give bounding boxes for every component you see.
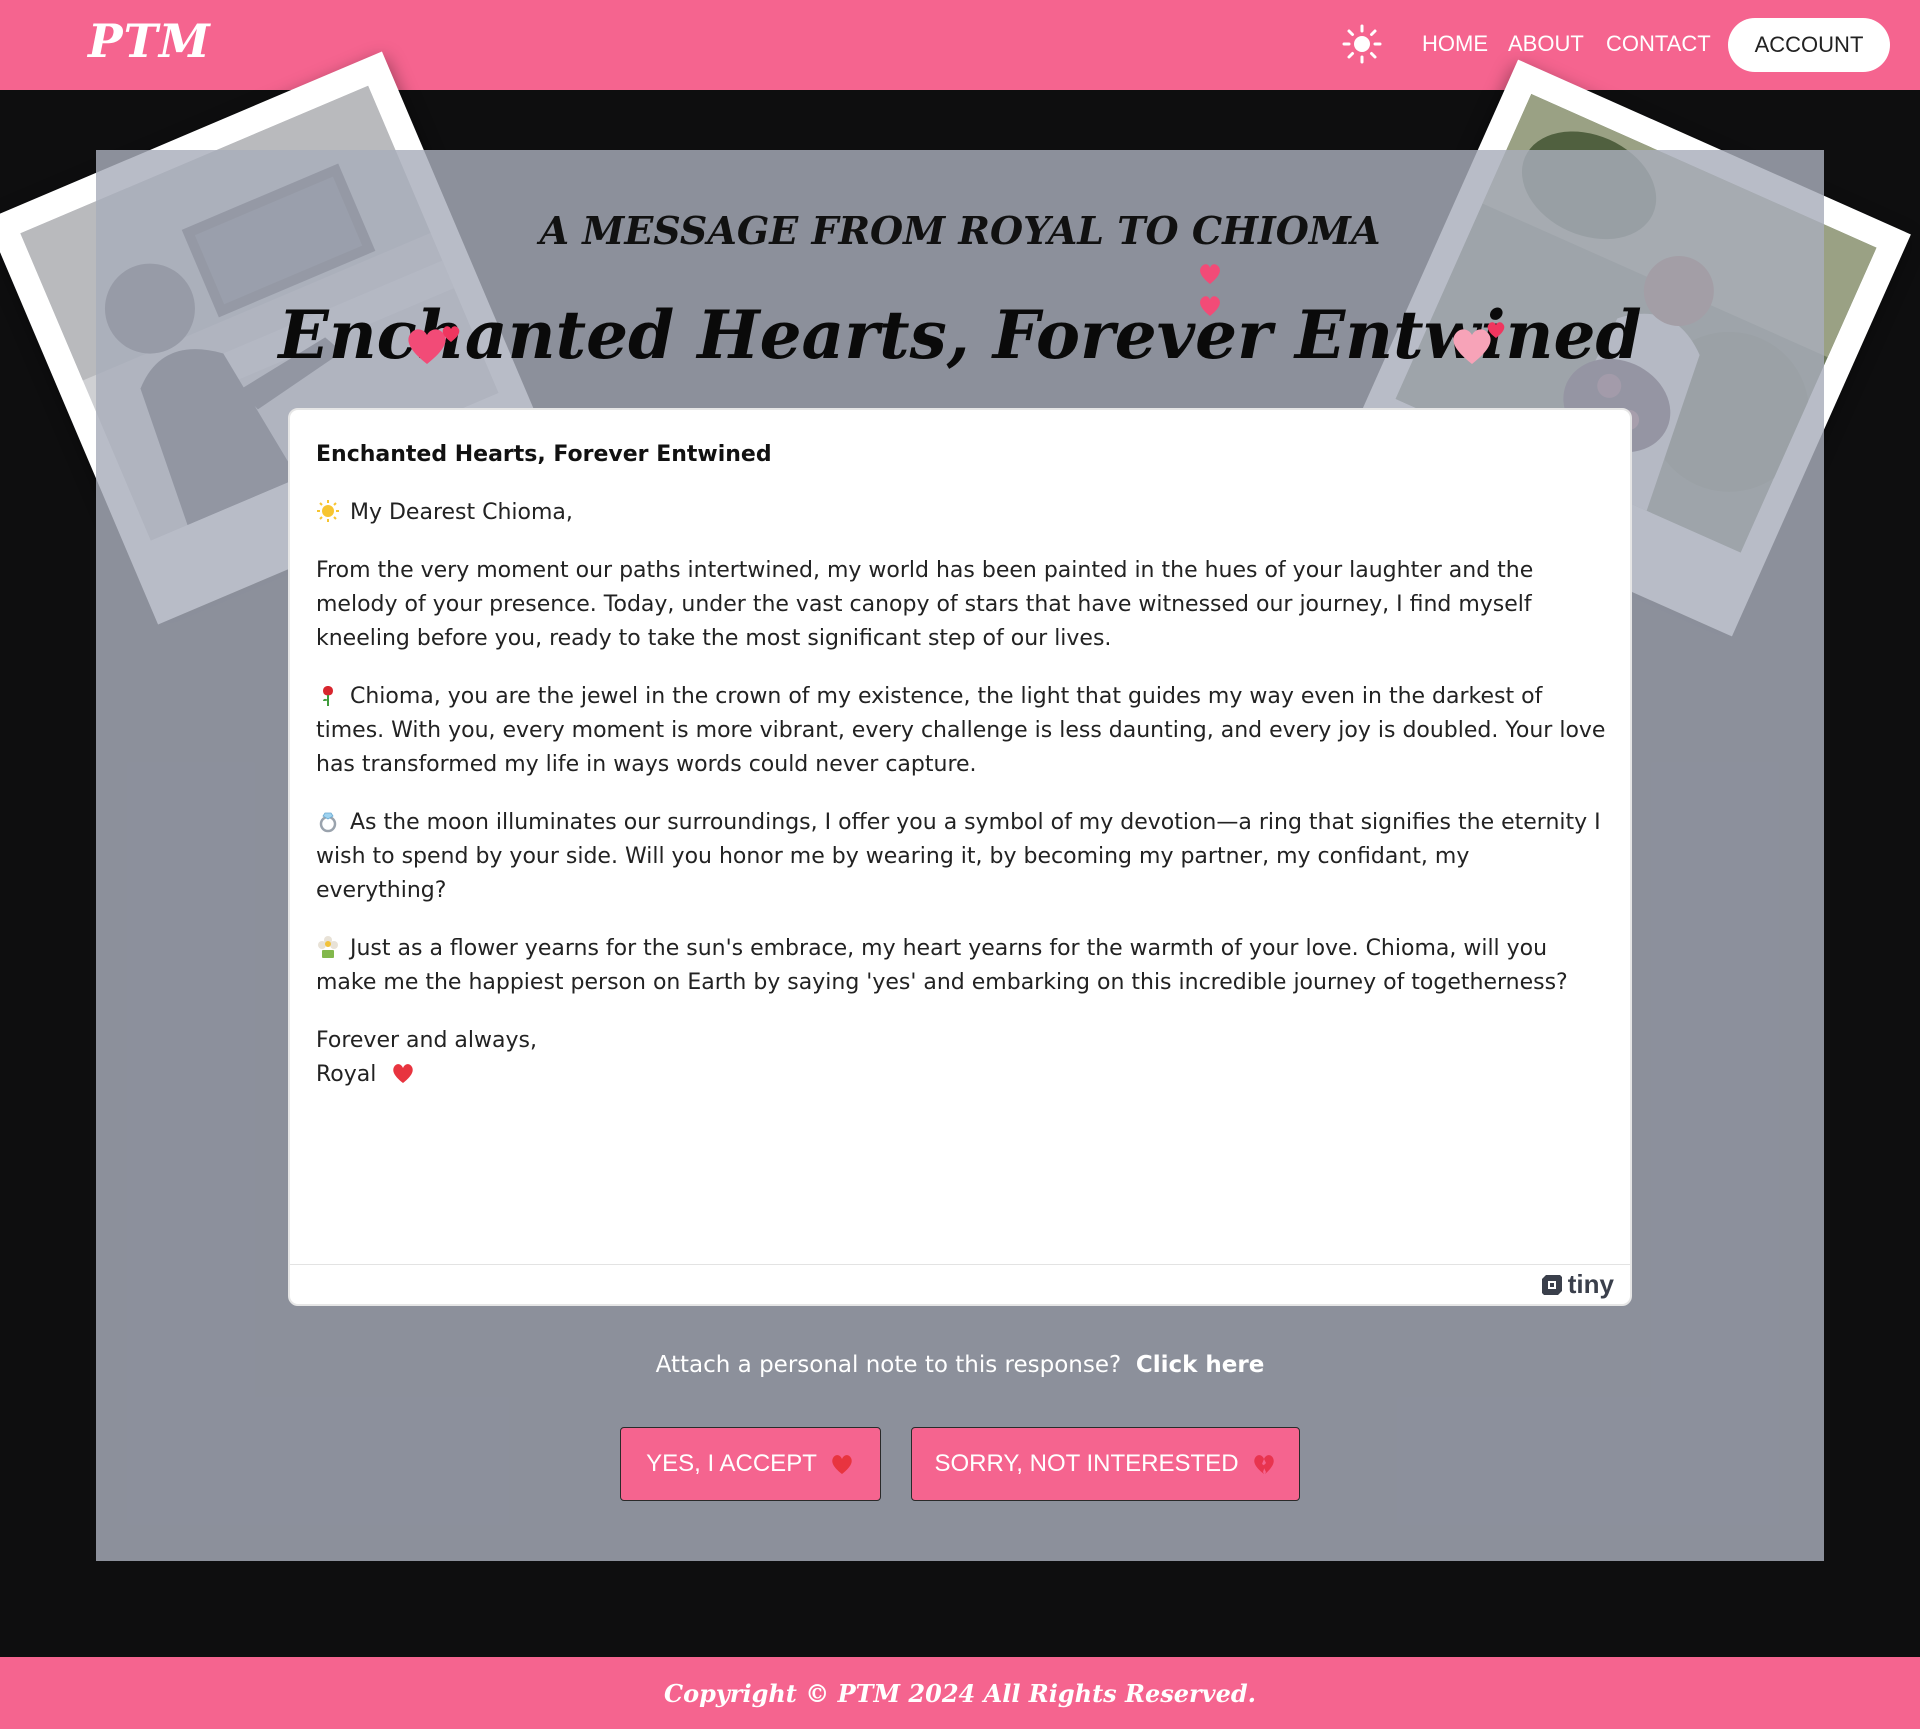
letter-paragraph: From the very moment our paths intertwin… bbox=[316, 558, 1534, 651]
copyright-text: Copyright © PTM 2024 All Rights Reserved… bbox=[663, 1678, 1257, 1708]
add-note-link[interactable]: Click here bbox=[1136, 1352, 1265, 1378]
greeting-text: My Dearest Chioma, bbox=[350, 500, 573, 525]
decline-button[interactable]: SORRY, NOT INTERESTED bbox=[911, 1427, 1300, 1501]
nav-about[interactable]: ABOUT bbox=[1508, 31, 1584, 57]
letter-paragraph: Just as a flower yearns for the sun's em… bbox=[316, 932, 1606, 1000]
editor-content[interactable]: Enchanted Hearts, Forever Entwined My De… bbox=[290, 410, 1630, 1092]
red-heart-icon bbox=[832, 1455, 852, 1474]
paragraph-text: As the moon illuminates our surroundings… bbox=[316, 810, 1601, 903]
tiny-branding[interactable]: tiny bbox=[1540, 1269, 1614, 1300]
nav-contact[interactable]: CONTACT bbox=[1606, 31, 1711, 57]
nav-home[interactable]: HOME bbox=[1422, 31, 1488, 57]
letter-editor[interactable]: Enchanted Hearts, Forever Entwined My De… bbox=[288, 408, 1632, 1306]
tiny-logo-icon bbox=[1541, 1274, 1562, 1295]
note-prompt-text: Attach a personal note to this response? bbox=[655, 1352, 1122, 1378]
decline-label: SORRY, NOT INTERESTED bbox=[934, 1450, 1239, 1477]
floating-hearts-icon bbox=[408, 326, 460, 364]
paragraph-text: Chioma, you are the jewel in the crown o… bbox=[316, 684, 1606, 777]
flower-icon bbox=[318, 936, 338, 958]
ring-icon bbox=[319, 812, 337, 833]
floating-hearts-icon bbox=[1453, 322, 1505, 364]
accept-button[interactable]: YES, I ACCEPT bbox=[620, 1427, 881, 1501]
broken-heart-icon bbox=[1253, 1455, 1274, 1474]
sun-emoji-icon bbox=[317, 500, 339, 522]
site-logo[interactable]: PTM bbox=[88, 14, 211, 68]
page-footer: Copyright © PTM 2024 All Rights Reserved… bbox=[0, 1657, 1920, 1729]
letter-greeting: My Dearest Chioma, bbox=[316, 496, 1606, 530]
red-heart-icon bbox=[393, 1064, 414, 1083]
theme-toggle-button[interactable] bbox=[1340, 22, 1384, 66]
letter-heading: Enchanted Hearts, Forever Entwined bbox=[316, 442, 772, 467]
closing-text: Forever and always, bbox=[316, 1028, 537, 1053]
signature-text: Royal bbox=[316, 1062, 377, 1087]
letter-paragraph: As the moon illuminates our surroundings… bbox=[316, 806, 1606, 908]
top-navbar: PTM HOME ABOUT CONTACT ACCOUNT bbox=[0, 0, 1920, 90]
letter-signoff: Forever and always, Royal bbox=[316, 1024, 1606, 1092]
account-button[interactable]: ACCOUNT bbox=[1728, 18, 1890, 72]
floating-hearts-icon bbox=[1200, 264, 1220, 316]
tiny-brand-text: tiny bbox=[1567, 1269, 1614, 1299]
personal-note-prompt: Attach a personal note to this response?… bbox=[0, 1352, 1920, 1378]
rose-icon bbox=[323, 686, 333, 706]
message-title: Enchanted Hearts, Forever Entwined bbox=[278, 296, 1642, 374]
editor-statusbar: tiny bbox=[290, 1264, 1630, 1304]
paragraph-text: Just as a flower yearns for the sun's em… bbox=[316, 936, 1568, 995]
letter-paragraph: Chioma, you are the jewel in the crown o… bbox=[316, 680, 1606, 782]
sun-icon bbox=[1342, 24, 1382, 64]
message-subtitle: A MESSAGE FROM ROYAL TO CHIOMA bbox=[539, 208, 1381, 253]
accept-label: YES, I ACCEPT bbox=[646, 1450, 817, 1477]
